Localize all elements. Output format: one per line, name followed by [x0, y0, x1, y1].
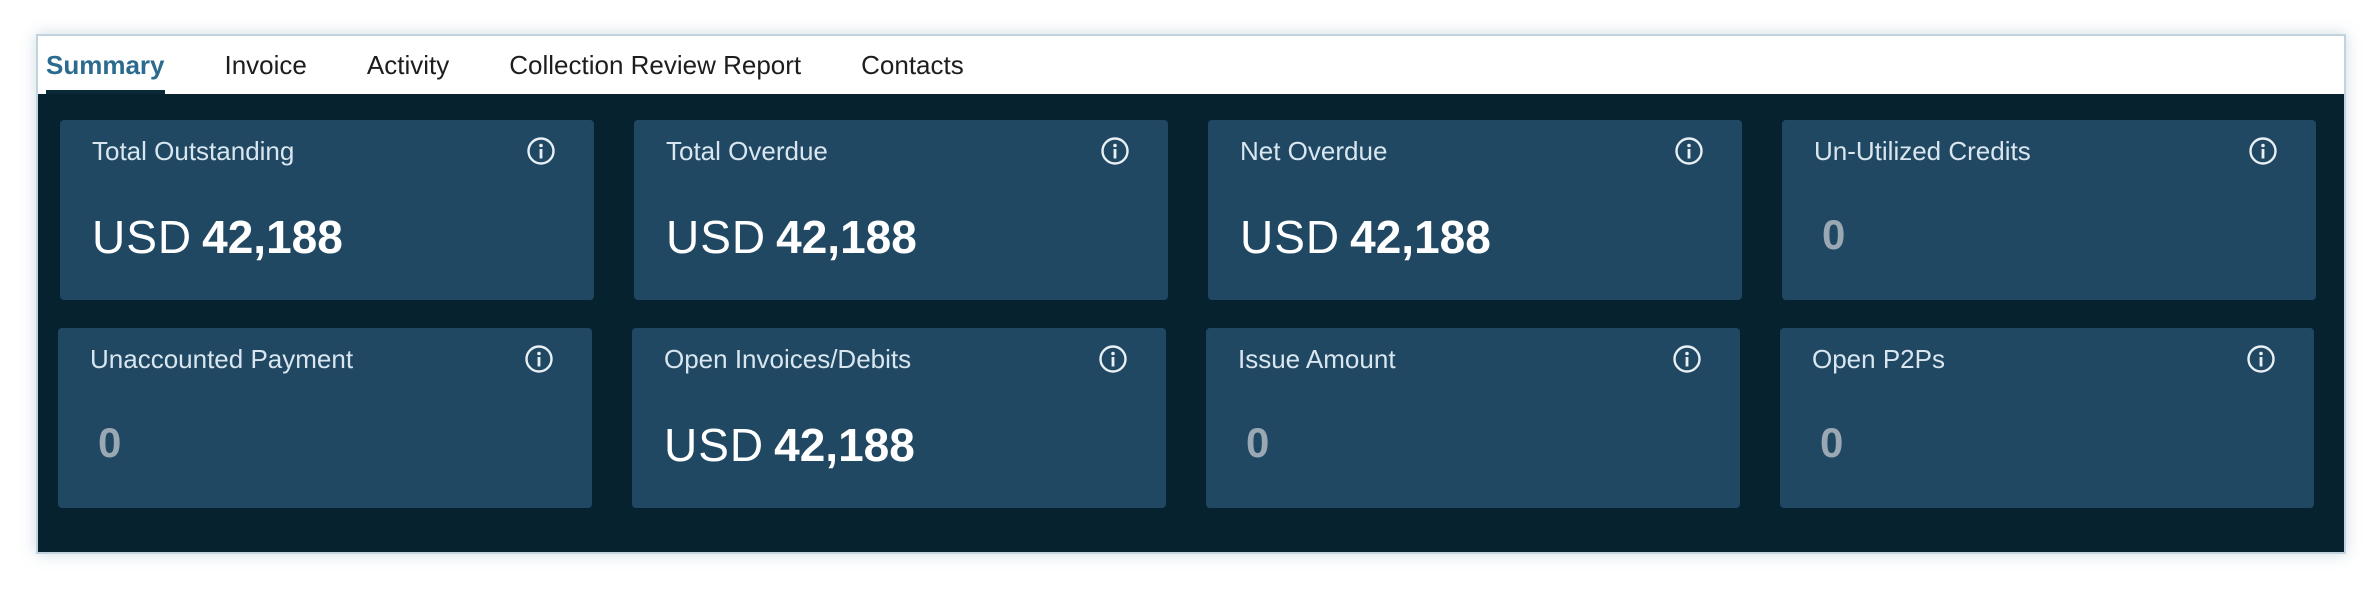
- amount-value: 42,188: [202, 211, 343, 263]
- info-circle-icon[interactable]: [524, 344, 554, 374]
- card-unaccounted-payment: Unaccounted Payment 0: [58, 328, 592, 508]
- summary-cards-grid: Total Outstanding USD 42,188 Total Overd…: [38, 94, 2344, 552]
- currency-code: USD: [664, 419, 765, 471]
- card-total-overdue: Total Overdue USD 42,188: [634, 120, 1168, 300]
- card-label: Net Overdue: [1240, 136, 1388, 166]
- card-total-outstanding: Total Outstanding USD 42,188: [60, 120, 594, 300]
- info-circle-icon[interactable]: [1100, 136, 1130, 166]
- amount-value: 0: [1820, 419, 1844, 466]
- card-value: USD 42,188: [664, 422, 915, 468]
- info-circle-icon[interactable]: [2246, 344, 2276, 374]
- amount-value: 0: [1822, 211, 1846, 258]
- amount-value: 42,188: [1350, 211, 1491, 263]
- card-un-utilized-credits: Un-Utilized Credits 0: [1782, 120, 2316, 300]
- card-value: 0: [1812, 422, 1843, 464]
- info-circle-icon[interactable]: [526, 136, 556, 166]
- tab-summary[interactable]: Summary: [46, 36, 165, 94]
- tab-invoice[interactable]: Invoice: [225, 36, 307, 94]
- card-open-p2ps: Open P2Ps 0: [1780, 328, 2314, 508]
- tab-contacts[interactable]: Contacts: [861, 36, 964, 94]
- card-label: Issue Amount: [1238, 344, 1396, 374]
- tab-bar: Summary Invoice Activity Collection Revi…: [38, 36, 2344, 94]
- card-value: 0: [90, 422, 121, 464]
- info-circle-icon[interactable]: [2248, 136, 2278, 166]
- amount-value: 0: [98, 419, 122, 466]
- card-value: 0: [1238, 422, 1269, 464]
- card-value: USD 42,188: [92, 214, 343, 260]
- card-issue-amount: Issue Amount 0: [1206, 328, 1740, 508]
- card-label: Open Invoices/Debits: [664, 344, 912, 374]
- card-value: USD 42,188: [1240, 214, 1491, 260]
- tab-activity[interactable]: Activity: [367, 36, 449, 94]
- card-label: Un-Utilized Credits: [1814, 136, 2031, 166]
- info-circle-icon[interactable]: [1674, 136, 1704, 166]
- amount-value: 42,188: [774, 419, 915, 471]
- card-value: USD 42,188: [666, 214, 917, 260]
- card-net-overdue: Net Overdue USD 42,188: [1208, 120, 1742, 300]
- info-circle-icon[interactable]: [1098, 344, 1128, 374]
- card-label: Total Overdue: [666, 136, 828, 166]
- currency-code: USD: [1240, 211, 1341, 263]
- currency-code: USD: [666, 211, 767, 263]
- amount-value: 42,188: [776, 211, 917, 263]
- card-open-invoices-debits: Open Invoices/Debits USD 42,188: [632, 328, 1166, 508]
- card-label: Unaccounted Payment: [90, 344, 354, 374]
- currency-code: USD: [92, 211, 193, 263]
- tab-collection-review-report[interactable]: Collection Review Report: [509, 36, 801, 94]
- card-label: Total Outstanding: [92, 136, 295, 166]
- info-circle-icon[interactable]: [1672, 344, 1702, 374]
- card-value: 0: [1814, 214, 1845, 256]
- card-label: Open P2Ps: [1812, 344, 1945, 374]
- amount-value: 0: [1246, 419, 1270, 466]
- summary-panel: Summary Invoice Activity Collection Revi…: [36, 34, 2346, 554]
